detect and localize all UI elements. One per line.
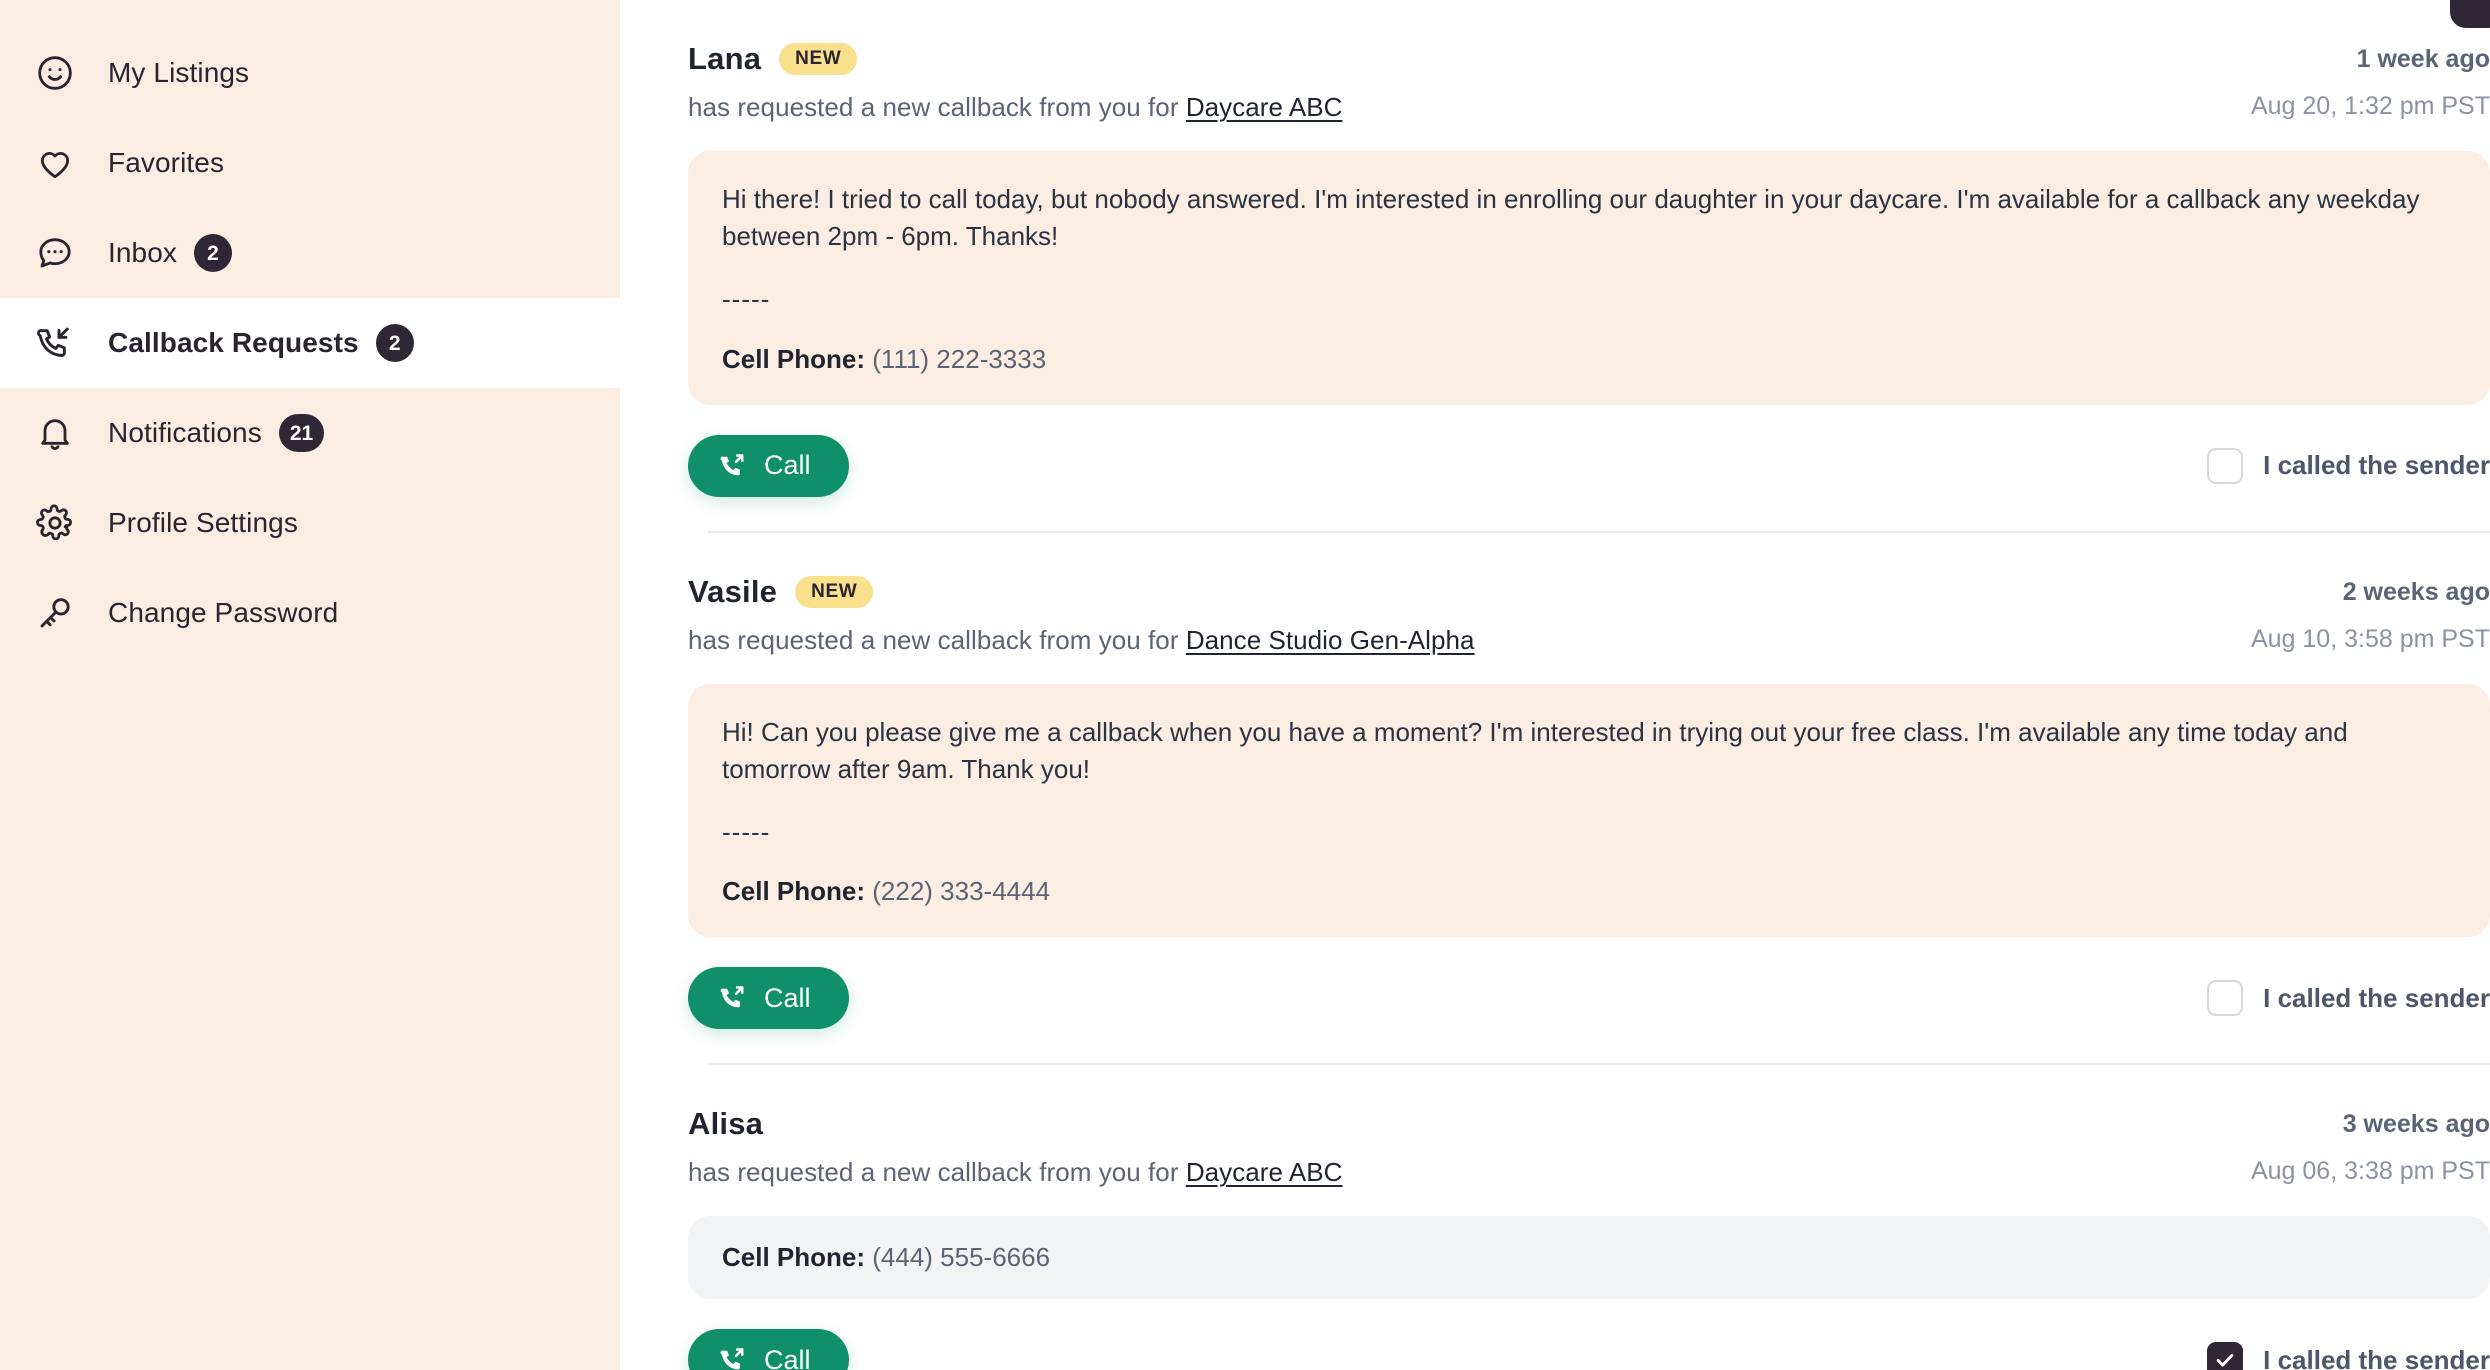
request-subtitle: has requested a new callback from you fo… [688,625,1475,656]
cell-phone-value: (111) 222-3333 [872,343,1047,374]
call-button[interactable]: Call [688,967,849,1030]
listing-link[interactable]: Daycare ABC [1186,1157,1343,1187]
request-actions: Call I called the sender [688,405,2490,531]
corner-artifact [2450,0,2490,28]
requester-name: Vasile [688,573,778,609]
sidebar-item-label: Inbox [108,237,177,268]
message-separator: ----- [722,816,771,847]
i-called-label: I called the sender [2263,450,2490,481]
callback-request-card: Lana NEW has requested a new callback fr… [668,0,2490,533]
callback-request-card: Vasile NEW has requested a new callback … [668,533,2490,1066]
request-subtitle-text: has requested a new callback from you fo… [688,92,1179,122]
i-called-checkbox[interactable] [2207,1342,2244,1370]
request-subtitle: has requested a new callback from you fo… [688,92,1342,123]
i-called-checkbox[interactable] [2207,980,2244,1017]
app-root: My Listings Favorites Inbox 2 Callback R… [0,0,2490,1370]
request-timestamp: Aug 20, 1:32 pm PST [2250,92,2490,120]
new-badge: NEW [795,575,874,608]
sidebar-item-notifications[interactable]: Notifications 21 [0,388,620,478]
cell-phone-label: Cell Phone: [722,876,866,907]
sidebar-item-label: Notifications [108,417,262,448]
sidebar-item-inbox[interactable]: Inbox 2 [0,208,620,298]
call-button-label: Call [764,450,811,481]
sidebar-item-change-password[interactable]: Change Password [0,568,620,658]
listing-link[interactable]: Dance Studio Gen-Alpha [1186,625,1475,655]
heart-icon [32,140,78,186]
sidebar-item-label: Change Password [108,597,339,628]
sidebar-item-label: Profile Settings [108,507,298,538]
phone-outgoing-icon [718,451,748,481]
new-badge: NEW [779,43,858,75]
message-separator: ----- [722,283,771,314]
sidebar-item-label: Callback Requests [108,327,359,358]
call-button[interactable]: Call [688,1329,849,1370]
sidebar-item-my-listings[interactable]: My Listings [0,28,620,118]
message-box: Hi! Can you please give me a callback wh… [688,683,2490,938]
requester-name: Alisa [688,1106,764,1142]
message-box: Cell Phone: (444) 555-6666 [688,1216,2490,1300]
cell-phone-value: (444) 555-6666 [872,1242,1051,1273]
request-subtitle-text: has requested a new callback from you fo… [688,624,1179,655]
callback-request-card: Alisa has requested a new callback from … [668,1065,2490,1370]
request-actions: Call I called the sender [688,937,2490,1063]
request-actions: Call I called the sender [688,1299,2490,1370]
callback-requests-list: Lana NEW has requested a new callback fr… [620,0,2490,1370]
i-called-the-sender-toggle[interactable]: I called the sender [2207,1342,2490,1370]
cell-phone-label: Cell Phone: [722,343,866,374]
request-header: Alisa has requested a new callback from … [688,1065,2490,1188]
i-called-label: I called the sender [2263,1344,2490,1370]
request-header: Lana NEW has requested a new callback fr… [688,0,2490,123]
request-header: Vasile NEW has requested a new callback … [688,533,2490,656]
request-timestamp: Aug 06, 3:38 pm PST [2250,1157,2490,1186]
request-relative-time: 3 weeks ago [2342,1110,2490,1139]
phone-outgoing-icon [718,983,748,1013]
i-called-checkbox[interactable] [2207,447,2244,484]
gear-icon [32,500,78,546]
sidebar-badge-notifications: 21 [278,414,325,452]
phone-incoming-icon [32,320,78,366]
call-button-label: Call [764,1344,811,1370]
sidebar: My Listings Favorites Inbox 2 Callback R… [0,0,620,1370]
cell-phone-label: Cell Phone: [722,1242,866,1273]
sidebar-item-callback-requests[interactable]: Callback Requests 2 [0,298,620,388]
sidebar-item-label: My Listings [108,57,250,88]
call-button[interactable]: Call [688,434,849,497]
cell-phone-row: Cell Phone: (111) 222-3333 [722,344,2456,375]
cell-phone-value: (222) 333-4444 [872,876,1051,907]
request-timestamp: Aug 10, 3:58 pm PST [2250,624,2490,653]
smiley-face-icon [32,50,78,96]
request-relative-time: 2 weeks ago [2342,577,2490,606]
sidebar-item-favorites[interactable]: Favorites [0,118,620,208]
request-subtitle: has requested a new callback from you fo… [688,1157,1342,1188]
i-called-the-sender-toggle[interactable]: I called the sender [2207,447,2490,484]
call-button-label: Call [764,982,811,1013]
i-called-the-sender-toggle[interactable]: I called the sender [2207,980,2490,1017]
cell-phone-row: Cell Phone: (222) 333-4444 [722,876,2456,907]
request-subtitle-text: has requested a new callback from you fo… [688,1157,1179,1188]
sidebar-badge-callback-requests: 2 [375,324,414,362]
phone-outgoing-icon [718,1345,748,1370]
message-box: Hi there! I tried to call today, but nob… [688,151,2490,405]
chat-bubble-icon [32,230,78,276]
request-relative-time: 1 week ago [2356,45,2490,73]
sidebar-badge-inbox: 2 [194,234,232,272]
key-icon [32,590,78,636]
requester-name: Lana [688,41,762,76]
i-called-label: I called the sender [2263,982,2490,1013]
cell-phone-row: Cell Phone: (444) 555-6666 [722,1242,2456,1273]
message-text: Hi! Can you please give me a callback wh… [722,716,2348,784]
listing-link[interactable]: Daycare ABC [1186,92,1343,122]
sidebar-item-label: Favorites [108,147,225,178]
sidebar-item-profile-settings[interactable]: Profile Settings [0,478,620,568]
message-text: Hi there! I tried to call today, but nob… [722,184,2420,251]
bell-icon [32,410,78,456]
